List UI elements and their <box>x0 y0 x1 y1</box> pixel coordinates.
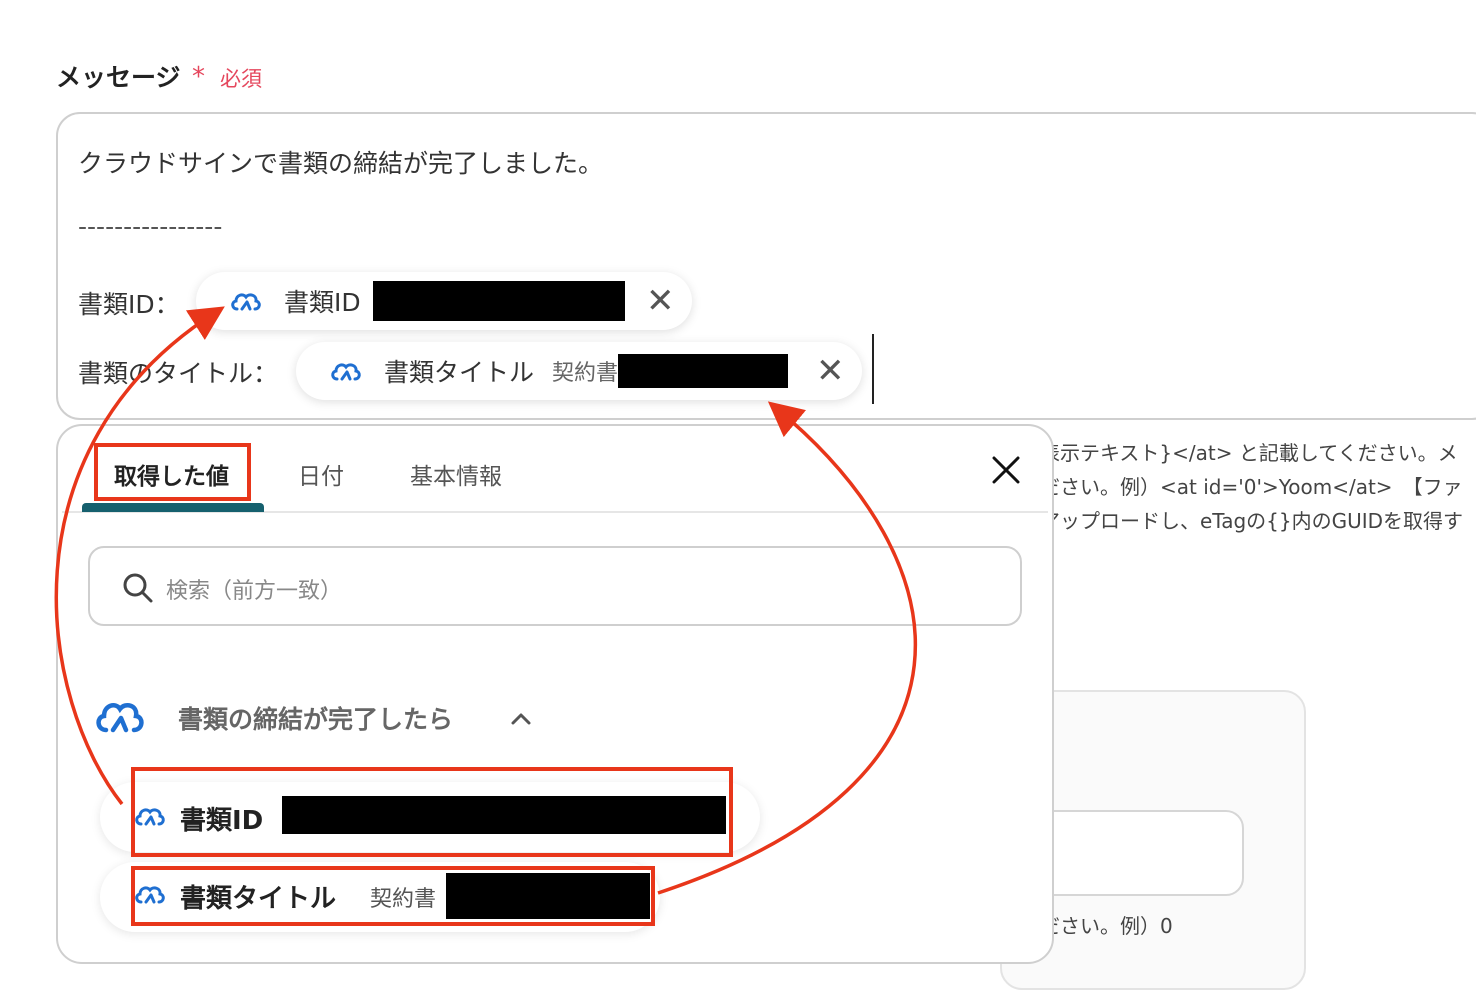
search-icon <box>123 573 153 603</box>
message-field-label: メッセージ <box>56 63 181 92</box>
text-cursor <box>872 334 874 404</box>
tab-date[interactable]: 日付 <box>298 457 344 491</box>
chip-remove-icon[interactable]: ✕ <box>646 284 675 318</box>
redacted-value <box>618 354 789 388</box>
redacted-value <box>372 281 625 321</box>
active-tab-indicator <box>82 503 264 512</box>
cloudsign-icon <box>231 293 261 311</box>
variable-chip-doc-id[interactable]: 書類ID ✕ <box>196 272 692 330</box>
chevron-up-icon[interactable] <box>508 706 534 732</box>
trigger-group-title: 書類の締結が完了したら <box>178 705 454 734</box>
message-divider: ---------------- <box>78 212 223 241</box>
search-placeholder: 検索（前方一致） <box>166 579 343 604</box>
message-line-1: クラウドサインで書類の締結が完了しました。 <box>78 149 604 178</box>
help-text-line-3: アップロードし、eTagの{}内のGUIDを取得す <box>1040 509 1464 533</box>
chip-remove-icon[interactable]: ✕ <box>816 354 845 388</box>
chip-label: 書類ID <box>284 288 361 317</box>
help-text-line-2: ださい。例）<at id='0'>Yoom</at> 【ファ <box>1040 475 1463 499</box>
message-id-prefix: 書類ID： <box>78 290 180 319</box>
help-text-line-4: ださい。例）0 <box>1040 914 1173 938</box>
close-icon[interactable] <box>986 450 1026 490</box>
required-asterisk: * <box>192 62 205 92</box>
variable-chip-doc-title[interactable]: 書類タイトル 契約書 ✕ <box>296 342 862 400</box>
highlight-tab <box>94 443 251 501</box>
message-title-prefix: 書類のタイトル： <box>78 359 279 388</box>
cloudsign-icon <box>96 703 144 733</box>
chip-value: 契約書 <box>552 361 619 386</box>
highlight-item-doc-title <box>131 866 655 926</box>
highlight-item-doc-id <box>131 767 733 857</box>
cloudsign-icon <box>331 363 361 381</box>
help-text-line-1: 表示テキスト}</at> と記載してください。メ <box>1040 441 1458 465</box>
required-label: 必須 <box>220 67 262 91</box>
chip-label: 書類タイトル <box>384 358 535 387</box>
tab-basic-info[interactable]: 基本情報 <box>410 457 502 491</box>
